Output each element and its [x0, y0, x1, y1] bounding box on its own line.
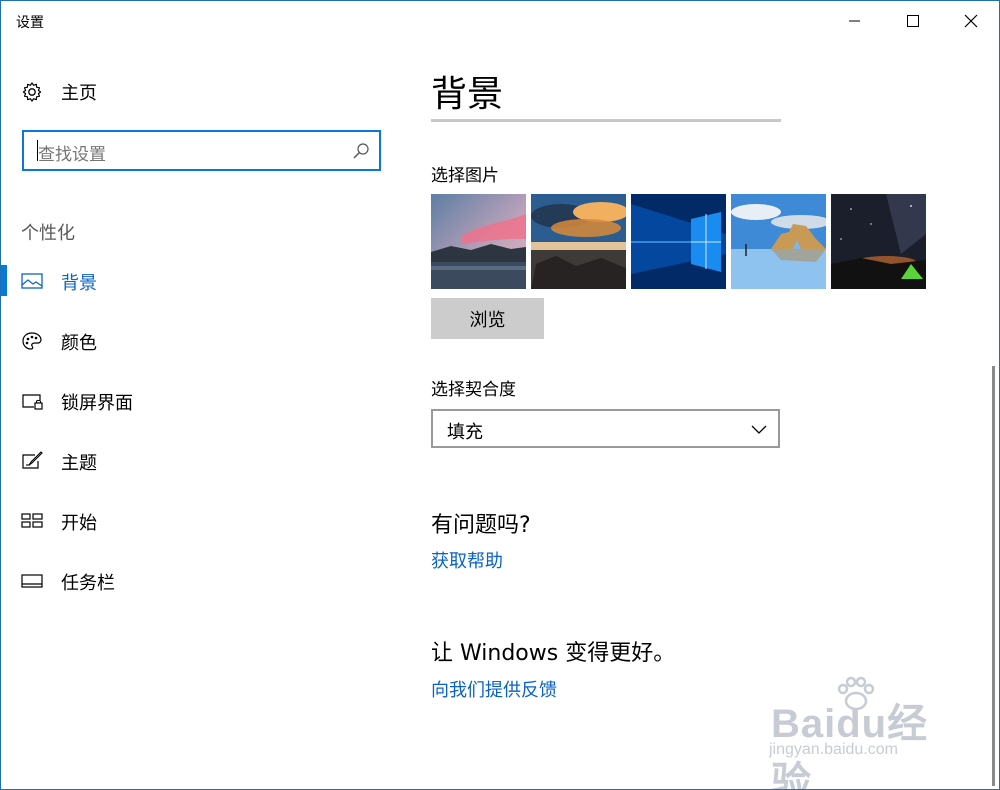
choose-fit-label: 选择契合度	[431, 380, 516, 400]
sidebar-item-themes[interactable]: 主题	[1, 441, 391, 481]
page-title: 背景	[431, 74, 504, 115]
sidebar-item-background[interactable]: 背景	[1, 261, 391, 301]
close-button[interactable]	[942, 1, 999, 41]
title-bar[interactable]: 设置	[1, 1, 999, 41]
rocky-shore-clouds-picture	[531, 194, 626, 289]
sidebar-item-label: 开始	[61, 513, 97, 534]
choose-picture-label: 选择图片	[431, 166, 499, 186]
settings-window: 设置 主页 查找设置 个性化 背景 颜色 锁屏界面 主题 开始 任务栏 背景 选…	[0, 0, 1000, 790]
section-heading-personalization: 个性化	[21, 223, 75, 244]
sidebar-item-taskbar[interactable]: 任务栏	[1, 561, 391, 601]
sidebar-item-label: 颜色	[61, 333, 97, 354]
beach-rock-arch-picture	[731, 194, 826, 289]
palette-icon	[22, 332, 42, 350]
thumbnail-sunset-lake[interactable]	[431, 194, 526, 289]
minimize-icon	[849, 20, 860, 22]
sidebar-item-start[interactable]: 开始	[1, 501, 391, 541]
taskbar-icon	[21, 574, 43, 588]
sidebar-item-label: 锁屏界面	[61, 393, 133, 414]
sidebar-item-label: 背景	[61, 273, 97, 294]
scrollbar[interactable]	[992, 366, 995, 786]
fit-dropdown[interactable]: 填充	[431, 409, 780, 448]
night-sky-tent-picture	[831, 194, 926, 289]
sidebar-item-label: 任务栏	[61, 573, 115, 594]
chevron-down-icon	[751, 425, 767, 434]
sidebar-item-lock-screen[interactable]: 锁屏界面	[1, 381, 391, 421]
gear-icon	[22, 82, 42, 102]
watermark-url: jingyan.baidu.com	[769, 741, 898, 758]
search-box[interactable]: 查找设置	[22, 130, 381, 171]
windows-logo-light-picture	[631, 194, 726, 289]
home-nav-item[interactable]: 主页	[21, 79, 381, 105]
sidebar-item-colors[interactable]: 颜色	[1, 321, 391, 361]
get-help-link[interactable]: 获取帮助	[431, 547, 503, 573]
improve-windows-heading: 让 Windows 变得更好。	[431, 641, 676, 666]
preview-bottom-edge	[431, 119, 781, 122]
search-placeholder: 查找设置	[38, 145, 106, 165]
thumbnail-beach-arch[interactable]	[731, 194, 826, 289]
thumbnail-rocky-shore[interactable]	[531, 194, 626, 289]
fit-dropdown-value: 填充	[447, 422, 483, 443]
lock-screen-icon	[22, 394, 43, 410]
picture-thumbnails	[431, 194, 931, 289]
home-label: 主页	[61, 83, 97, 104]
window-title: 设置	[16, 15, 44, 31]
active-indicator	[1, 265, 7, 296]
maximize-icon	[907, 15, 919, 27]
questions-heading: 有问题吗?	[431, 513, 531, 538]
picture-icon	[21, 273, 43, 289]
close-icon	[964, 14, 978, 28]
search-icon[interactable]	[352, 142, 370, 160]
minimize-button[interactable]	[826, 1, 884, 41]
theme-brush-icon	[22, 451, 43, 469]
feedback-link[interactable]: 向我们提供反馈	[431, 676, 557, 702]
browse-button[interactable]: 浏览	[431, 298, 544, 339]
thumbnail-windows-light[interactable]	[631, 194, 726, 289]
sunset-lake-picture	[431, 194, 526, 289]
thumbnail-night-sky[interactable]	[831, 194, 926, 289]
baidu-watermark: Baidu经验 jingyan.baidu.com	[761, 676, 961, 789]
maximize-button[interactable]	[884, 1, 942, 41]
sidebar-item-label: 主题	[61, 453, 97, 474]
start-tiles-icon	[21, 513, 43, 528]
